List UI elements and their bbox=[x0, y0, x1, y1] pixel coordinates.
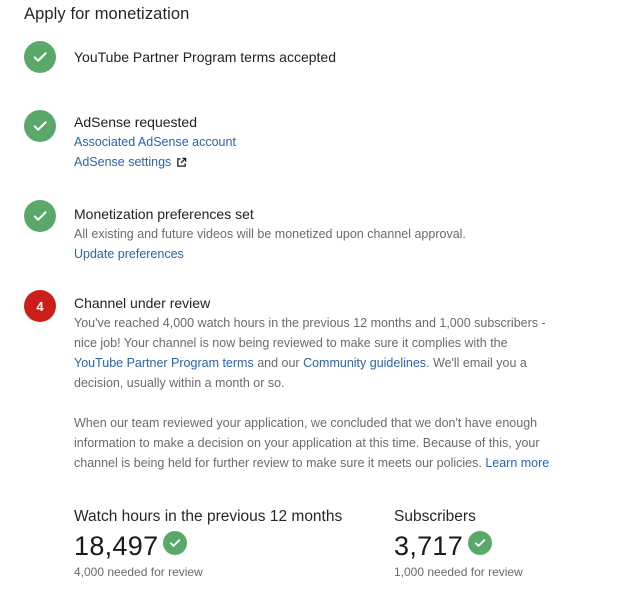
associated-adsense-account-link[interactable]: Associated AdSense account bbox=[74, 132, 584, 152]
stat-label: Watch hours in the previous 12 months bbox=[74, 508, 343, 525]
review-text-part: and our bbox=[253, 356, 304, 370]
step-title: Monetization preferences set bbox=[74, 206, 254, 222]
step-title: Channel under review bbox=[74, 295, 211, 311]
review-text-part: When our team reviewed your application,… bbox=[74, 416, 540, 470]
stat-requirement: 4,000 needed for review bbox=[74, 565, 203, 579]
step-title: AdSense requested bbox=[74, 114, 197, 130]
review-decision-text: When our team reviewed your application,… bbox=[74, 413, 554, 473]
stat-label: Subscribers bbox=[394, 508, 476, 525]
step-number: 4 bbox=[36, 298, 44, 314]
review-text-part: You've reached 4,000 watch hours in the … bbox=[74, 316, 546, 350]
stat-requirement: 1,000 needed for review bbox=[394, 565, 523, 579]
stat-value: 3,717 bbox=[394, 531, 464, 561]
checkmark-icon bbox=[163, 531, 188, 555]
partner-program-terms-link[interactable]: YouTube Partner Program terms bbox=[74, 356, 254, 370]
watch-hours-stat: Watch hours in the previous 12 months 18… bbox=[74, 507, 342, 580]
adsense-settings-link[interactable]: AdSense settings bbox=[74, 152, 171, 172]
subscribers-stat: Subscribers 3,717 1,000 needed for revie… bbox=[394, 507, 523, 580]
step-description: All existing and future videos will be m… bbox=[74, 227, 466, 241]
external-link-icon bbox=[176, 157, 187, 168]
step-title: YouTube Partner Program terms accepted bbox=[74, 49, 336, 65]
checkmark-icon bbox=[468, 531, 493, 555]
checkmark-icon bbox=[24, 41, 56, 73]
checkmark-icon bbox=[24, 200, 56, 232]
community-guidelines-link[interactable]: Community guidelines bbox=[303, 356, 426, 370]
step-number-badge: 4 bbox=[24, 290, 56, 322]
update-preferences-link[interactable]: Update preferences bbox=[74, 244, 584, 264]
checkmark-icon bbox=[24, 110, 56, 142]
stat-value: 18,497 bbox=[74, 531, 159, 561]
learn-more-link[interactable]: Learn more bbox=[485, 456, 549, 470]
review-status-text: You've reached 4,000 watch hours in the … bbox=[74, 313, 554, 393]
page-title: Apply for monetization bbox=[24, 5, 190, 23]
